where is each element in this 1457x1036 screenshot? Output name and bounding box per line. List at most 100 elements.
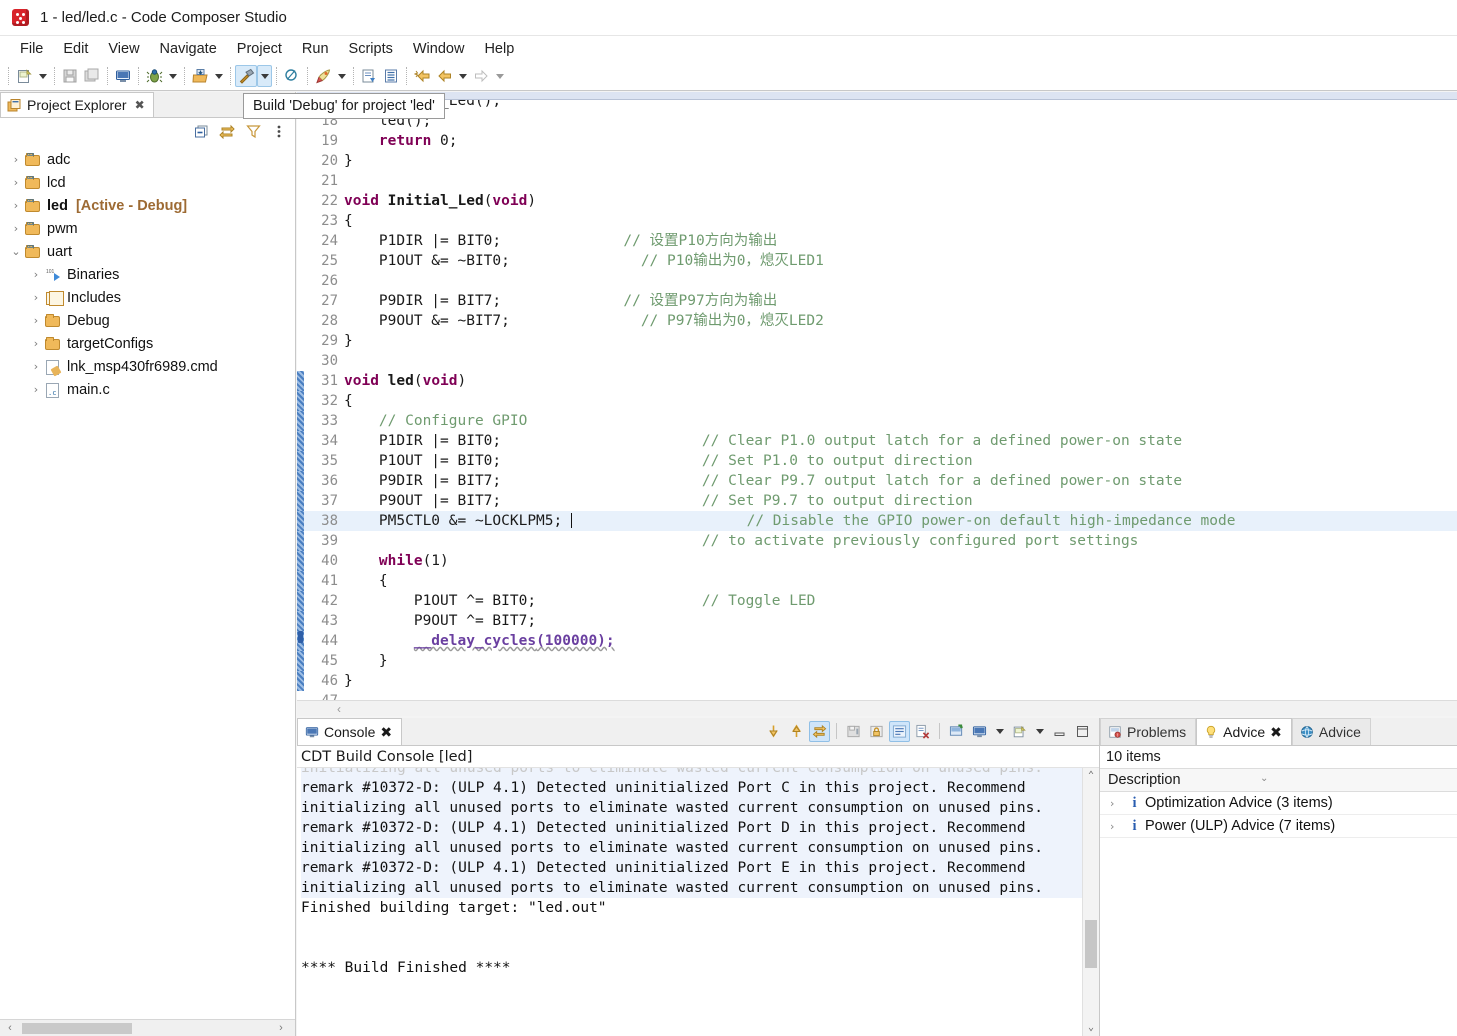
menu-edit[interactable]: Edit	[53, 39, 98, 59]
link-with-editor-icon[interactable]	[219, 123, 235, 139]
forward-dropdown[interactable]	[492, 65, 507, 87]
code-text[interactable]: {	[342, 211, 353, 231]
code-text[interactable]: P1DIR |= BIT0; // 设置P10方向为输出	[342, 231, 777, 251]
explorer-horizontal-scrollbar[interactable]: ‹ ›	[0, 1019, 295, 1036]
code-text[interactable]: void led(void)	[342, 371, 466, 391]
code-text[interactable]: }	[342, 651, 388, 671]
menu-file[interactable]: File	[10, 39, 53, 59]
code-text[interactable]: P9OUT &= ~BIT7; // P97输出为0，熄灭LED2	[342, 311, 824, 331]
scroll-up-button[interactable]	[786, 721, 807, 742]
code-line[interactable]: 19 return 0;	[297, 131, 1457, 151]
download-button[interactable]	[189, 65, 211, 87]
close-icon[interactable]: ✖	[380, 724, 392, 741]
chevron-right-icon[interactable]: ›	[28, 314, 44, 327]
advice-row[interactable]: › i Optimization Advice (3 items)	[1100, 792, 1457, 815]
chevron-down-icon[interactable]: ⌄	[8, 245, 24, 258]
chevron-right-icon[interactable]: ›	[8, 199, 24, 212]
scroll-right-icon[interactable]: ›	[271, 1022, 291, 1034]
debug-dropdown[interactable]	[165, 65, 180, 87]
code-line[interactable]: 40 while(1)	[297, 551, 1457, 571]
code-line[interactable]: 35 P1OUT |= BIT0; // Set P1.0 to output …	[297, 451, 1457, 471]
scroll-down-icon[interactable]: ⌄	[1083, 1020, 1099, 1036]
tree-item-targetconfigs[interactable]: › targetConfigs	[0, 332, 295, 355]
run-dropdown[interactable]	[334, 65, 349, 87]
code-line[interactable]: 33 // Configure GPIO	[297, 411, 1457, 431]
chevron-right-icon[interactable]: ›	[8, 153, 24, 166]
tab-advice-ulp[interactable]: Advice ✖	[1196, 718, 1292, 745]
view-menu-icon[interactable]	[271, 123, 287, 139]
tree-item-pwm[interactable]: › ccs pwm	[0, 217, 295, 240]
new-file-dropdown[interactable]	[35, 65, 50, 87]
menu-project[interactable]: Project	[227, 39, 292, 59]
new-file-button[interactable]	[13, 65, 35, 87]
code-line[interactable]: 18 led();	[297, 111, 1457, 131]
code-text[interactable]: P1OUT &= ~BIT0; // P10输出为0，熄灭LED1	[342, 251, 824, 271]
scroll-down-button[interactable]	[763, 721, 784, 742]
code-line[interactable]: 25 P1OUT &= ~BIT0; // P10输出为0，熄灭LED1	[297, 251, 1457, 271]
code-text[interactable]: P9OUT ^= BIT7;	[342, 611, 536, 631]
scrollbar-thumb[interactable]	[1085, 920, 1097, 968]
code-text[interactable]: {	[342, 391, 353, 411]
scroll-left-icon[interactable]: ‹	[0, 1022, 20, 1034]
menu-help[interactable]: Help	[474, 39, 524, 59]
code-text[interactable]: // to activate previously configured por…	[342, 531, 1139, 551]
tab-problems[interactable]: ! Problems	[1100, 718, 1197, 745]
tab-project-explorer[interactable]: Project Explorer ✖	[0, 92, 154, 117]
scroll-up-icon[interactable]: ⌃	[1083, 768, 1099, 784]
code-lines[interactable]: 17 Initial_Led();18 led();19 return 0;20…	[297, 100, 1457, 700]
tree-item-adc[interactable]: › ccs adc	[0, 148, 295, 171]
pin-console-button[interactable]	[946, 721, 967, 742]
chevron-right-icon[interactable]: ›	[8, 176, 24, 189]
code-text[interactable]: P9OUT |= BIT7; // Set P9.7 to output dir…	[342, 491, 973, 511]
code-line[interactable]: 29}	[297, 331, 1457, 351]
advice-column-header[interactable]: Description ⌄	[1100, 768, 1457, 792]
code-line[interactable]: 26	[297, 271, 1457, 291]
code-text[interactable]: __delay_cycles(100000);	[342, 631, 615, 651]
code-line[interactable]: 47	[297, 691, 1457, 700]
maximize-panel-button[interactable]	[1072, 721, 1093, 742]
project-tree[interactable]: › ccs adc › ccs lcd › ccs led [Active - Debug] › cc…	[0, 144, 295, 1019]
tree-item-uart[interactable]: ⌄ ccs uart	[0, 240, 295, 263]
code-line[interactable]: 30	[297, 351, 1457, 371]
code-line[interactable]: 46}	[297, 671, 1457, 691]
import-project-button[interactable]	[358, 65, 380, 87]
code-line[interactable]: 38 PM5CTL0 &= ~LOCKLPM5; // Disable the …	[297, 511, 1457, 531]
debug-button[interactable]	[143, 65, 165, 87]
save-all-button[interactable]	[81, 65, 103, 87]
menu-view[interactable]: View	[98, 39, 149, 59]
chevron-right-icon[interactable]: ›	[1110, 797, 1124, 810]
run-button[interactable]	[312, 65, 334, 87]
collapse-all-icon[interactable]	[193, 123, 209, 139]
code-line[interactable]: 21	[297, 171, 1457, 191]
code-text[interactable]: while(1)	[342, 551, 449, 571]
console-vertical-scrollbar[interactable]: ⌃ ⌄	[1082, 768, 1099, 1036]
back-dropdown[interactable]	[455, 65, 470, 87]
lock-console-button[interactable]	[866, 721, 887, 742]
download-dropdown[interactable]	[211, 65, 226, 87]
build-button[interactable]	[235, 65, 257, 87]
code-line[interactable]: 31 void led(void)	[297, 371, 1457, 391]
scroll-lock-button[interactable]	[809, 720, 830, 742]
tree-item-main-c[interactable]: › main.c	[0, 378, 295, 401]
code-text[interactable]: }	[342, 671, 353, 691]
new-console-button[interactable]	[1009, 721, 1030, 742]
chevron-right-icon[interactable]: ›	[8, 222, 24, 235]
console-output[interactable]: initializing all unused ports to elimina…	[297, 768, 1099, 1036]
tab-console[interactable]: Console ✖	[297, 718, 403, 745]
code-line[interactable]: 32 {	[297, 391, 1457, 411]
scroll-left-icon[interactable]: ‹	[337, 702, 341, 716]
code-line[interactable]: 45 }	[297, 651, 1457, 671]
code-text[interactable]: P9DIR |= BIT7; // 设置P97方向为输出	[342, 291, 777, 311]
filter-icon[interactable]	[245, 123, 261, 139]
menu-navigate[interactable]: Navigate	[150, 39, 227, 59]
code-line[interactable]: 43 P9OUT ^= BIT7;	[297, 611, 1457, 631]
code-line[interactable]: 34 P1DIR |= BIT0; // Clear P1.0 output l…	[297, 431, 1457, 451]
code-line[interactable]: 24 P1DIR |= BIT0; // 设置P10方向为输出	[297, 231, 1457, 251]
forward-button[interactable]	[470, 65, 492, 87]
chevron-right-icon[interactable]: ›	[28, 268, 44, 281]
menu-window[interactable]: Window	[403, 39, 475, 59]
chevron-right-icon[interactable]: ›	[28, 360, 44, 373]
clear-console-button[interactable]	[912, 721, 933, 742]
close-icon[interactable]: ✖	[1270, 724, 1282, 741]
word-wrap-button[interactable]	[889, 720, 910, 742]
